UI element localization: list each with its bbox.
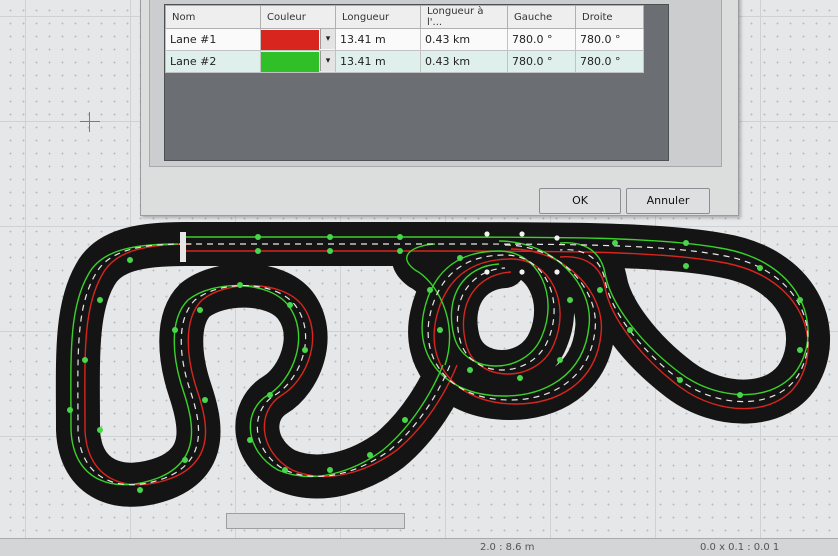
status-extra: 0.0 x 0.1 : 0.0 1 [700, 542, 780, 553]
start-finish-line [180, 232, 186, 262]
track-layout[interactable] [0, 0, 838, 555]
horizontal-scrollbar[interactable] [226, 513, 405, 529]
track-surface [78, 244, 808, 485]
status-bar: 2.0 : 8.6 m 0.0 x 0.1 : 0.0 1 [0, 538, 838, 556]
cursor-coordinates: 2.0 : 8.6 m [480, 542, 535, 553]
